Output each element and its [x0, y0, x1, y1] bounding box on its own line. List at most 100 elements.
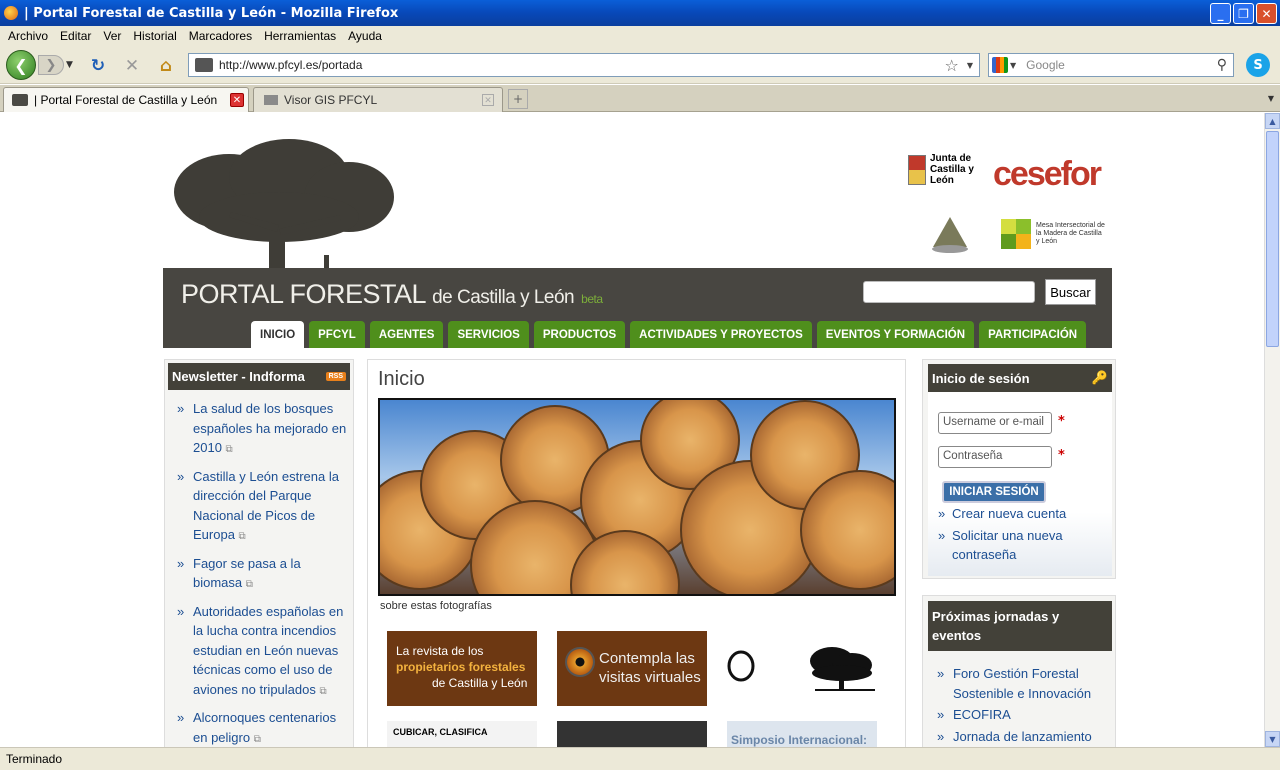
visitas-virtuales-banner[interactable]: Contempla las visitas virtuales [557, 631, 707, 706]
window-titlebar: | Portal Forestal de Castilla y León - M… [0, 0, 1280, 26]
news-item[interactable]: Castilla y León estrena la dirección del… [175, 467, 347, 547]
nav-actividades[interactable]: ACTIVIDADES Y PROYECTOS [630, 321, 812, 348]
nav-agentes[interactable]: AGENTES [369, 321, 444, 348]
site-name-sub: de Castilla y León [432, 287, 575, 308]
oak-tree-logo [169, 139, 399, 277]
tab-portal-forestal[interactable]: | Portal Forestal de Castilla y León ✕ [3, 87, 249, 112]
search-icon[interactable]: ⚲ [1217, 57, 1227, 73]
external-link-icon: ⧉ [225, 444, 233, 455]
menu-ver[interactable]: Ver [97, 29, 127, 43]
window-title: | Portal Forestal de Castilla y León - M… [24, 5, 399, 21]
simposio-banner[interactable]: Simposio Internacional: [727, 721, 877, 747]
events-block: Próximas jornadas y eventos Foro Gestión… [922, 595, 1116, 747]
request-password-link[interactable]: Solicitar una nueva contraseña [938, 526, 1108, 565]
prodeb-logo[interactable] [929, 215, 971, 255]
scroll-up-icon[interactable]: ▲ [1265, 113, 1280, 129]
close-tab-icon[interactable]: ✕ [482, 94, 494, 106]
favicon-icon [12, 94, 28, 106]
scroll-thumb[interactable] [1266, 131, 1279, 347]
tab-list-icon[interactable]: ▼ [1268, 94, 1274, 103]
menu-ayuda[interactable]: Ayuda [342, 29, 388, 43]
event-link[interactable]: ECOFIRA [933, 705, 1111, 725]
username-field[interactable]: Username or e-mail [938, 412, 1052, 434]
site-search-button[interactable]: Buscar [1045, 279, 1096, 305]
tab-bar: | Portal Forestal de Castilla y León ✕ V… [0, 85, 1280, 112]
external-link-icon: ⧉ [245, 579, 253, 590]
news-link[interactable]: Alcornoques centenarios en peligro [193, 710, 336, 745]
news-item[interactable]: Alcornoques centenarios en peligro ⧉ [175, 708, 347, 747]
back-button[interactable]: ❮ [6, 50, 36, 80]
news-item[interactable]: Autoridades españolas en la lucha contra… [175, 602, 347, 702]
news-link[interactable]: Castilla y León estrena la dirección del… [193, 469, 339, 543]
event-link[interactable]: Foro Gestión Forestal Sostenible e Innov… [933, 664, 1111, 703]
password-field[interactable]: Contraseña [938, 446, 1052, 468]
cesefor-logo[interactable]: cesefor [993, 155, 1102, 194]
revista-banner[interactable]: La revista de los propietarios forestale… [387, 631, 537, 706]
nav-inicio[interactable]: INICIO [251, 321, 305, 348]
tab-label: Visor GIS PFCYL [284, 93, 378, 107]
close-window-button[interactable]: ✕ [1256, 3, 1277, 24]
skype-icon[interactable]: S [1246, 53, 1270, 77]
news-link[interactable]: Autoridades españolas en la lucha contra… [193, 604, 343, 697]
cubicar-banner[interactable]: CUBICAR, CLASIFICA [387, 721, 537, 747]
bookmark-star-icon[interactable]: ☆ [945, 56, 959, 75]
vertical-scrollbar[interactable]: ▲ ▼ [1264, 113, 1280, 747]
page-title: Inicio [378, 368, 425, 390]
news-item[interactable]: Fagor se pasa a la biomasa ⧉ [175, 554, 347, 595]
url-text[interactable]: http://www.pfcyl.es/portada [219, 58, 945, 72]
mesa-intersectorial-logo[interactable]: Mesa Intersectorial de la Madera de Cast… [1001, 219, 1106, 249]
search-placeholder[interactable]: Google [1026, 58, 1217, 72]
menu-marcadores[interactable]: Marcadores [183, 29, 258, 43]
login-button[interactable]: INICIAR SESIÓN [942, 481, 1046, 503]
create-account-link[interactable]: Crear nueva cuenta [938, 504, 1108, 524]
external-link-icon: ⧉ [319, 685, 327, 697]
logs-photo[interactable] [378, 398, 896, 596]
login-block: Inicio de sesión 🔑 Username or e-mail * … [922, 359, 1116, 579]
login-links: Crear nueva cuenta Solicitar una nueva c… [938, 504, 1108, 567]
login-title: Inicio de sesión [932, 370, 1030, 386]
nav-servicios[interactable]: SERVICIOS [448, 321, 529, 348]
banner-tree-icon [727, 647, 875, 691]
url-dropdown-icon[interactable]: ▼ [967, 61, 973, 70]
news-link[interactable]: La salud de los bosques españoles ha mej… [193, 401, 346, 455]
news-item[interactable]: La salud de los bosques españoles ha mej… [175, 399, 347, 460]
tree-banner[interactable] [727, 631, 877, 706]
event-link[interactable]: Jornada de lanzamiento [933, 727, 1111, 747]
photo-caption-link[interactable]: sobre estas fotografías [380, 600, 492, 612]
banner-text: CUBICAR, CLASIFICA [393, 727, 488, 737]
junta-logo[interactable]: Junta de Castilla y León [908, 153, 974, 186]
site-identity-icon[interactable] [195, 58, 213, 72]
reload-icon[interactable]: ↻ [88, 56, 108, 76]
site-search-input[interactable] [863, 281, 1035, 303]
close-tab-icon[interactable]: ✕ [230, 93, 244, 107]
new-tab-button[interactable]: + [508, 89, 528, 109]
coat-of-arms-icon [908, 154, 926, 185]
menu-herramientas[interactable]: Herramientas [258, 29, 342, 43]
home-icon[interactable]: ⌂ [156, 56, 176, 76]
nav-eventos[interactable]: EVENTOS Y FORMACIÓN [816, 321, 975, 348]
news-list: La salud de los bosques españoles ha mej… [165, 393, 353, 747]
maximize-button[interactable]: ❐ [1233, 3, 1254, 24]
minimize-button[interactable]: _ [1210, 3, 1231, 24]
nav-participacion[interactable]: PARTICIPACIÓN [979, 321, 1087, 348]
nav-pfcyl[interactable]: PFCYL [309, 321, 365, 348]
rss-icon[interactable]: RSS [325, 372, 346, 381]
favicon-icon [264, 95, 278, 105]
google-engine-icon[interactable] [992, 57, 1008, 73]
banner-text: Contempla las visitas virtuales [599, 650, 701, 686]
menu-archivo[interactable]: Archivo [2, 29, 54, 43]
forward-button[interactable]: ❯ [38, 55, 64, 75]
search-bar[interactable]: ▼ Google ⚲ [988, 53, 1234, 77]
url-bar[interactable]: http://www.pfcyl.es/portada ☆ ▼ [188, 53, 980, 77]
engine-dropdown-icon[interactable]: ▼ [1010, 61, 1016, 70]
nav-productos[interactable]: PRODUCTOS [533, 321, 626, 348]
events-list: Foro Gestión Forestal Sostenible e Innov… [933, 664, 1111, 747]
history-dropdown-icon[interactable]: ▼ [66, 60, 73, 70]
menu-historial[interactable]: Historial [127, 29, 182, 43]
scroll-down-icon[interactable]: ▼ [1265, 731, 1280, 747]
stop-icon[interactable]: ✕ [122, 56, 142, 76]
events-title: Próximas jornadas y eventos [932, 609, 1060, 643]
menu-editar[interactable]: Editar [54, 29, 97, 43]
dark-banner[interactable] [557, 721, 707, 747]
tab-visor-gis[interactable]: Visor GIS PFCYL ✕ [253, 87, 503, 112]
